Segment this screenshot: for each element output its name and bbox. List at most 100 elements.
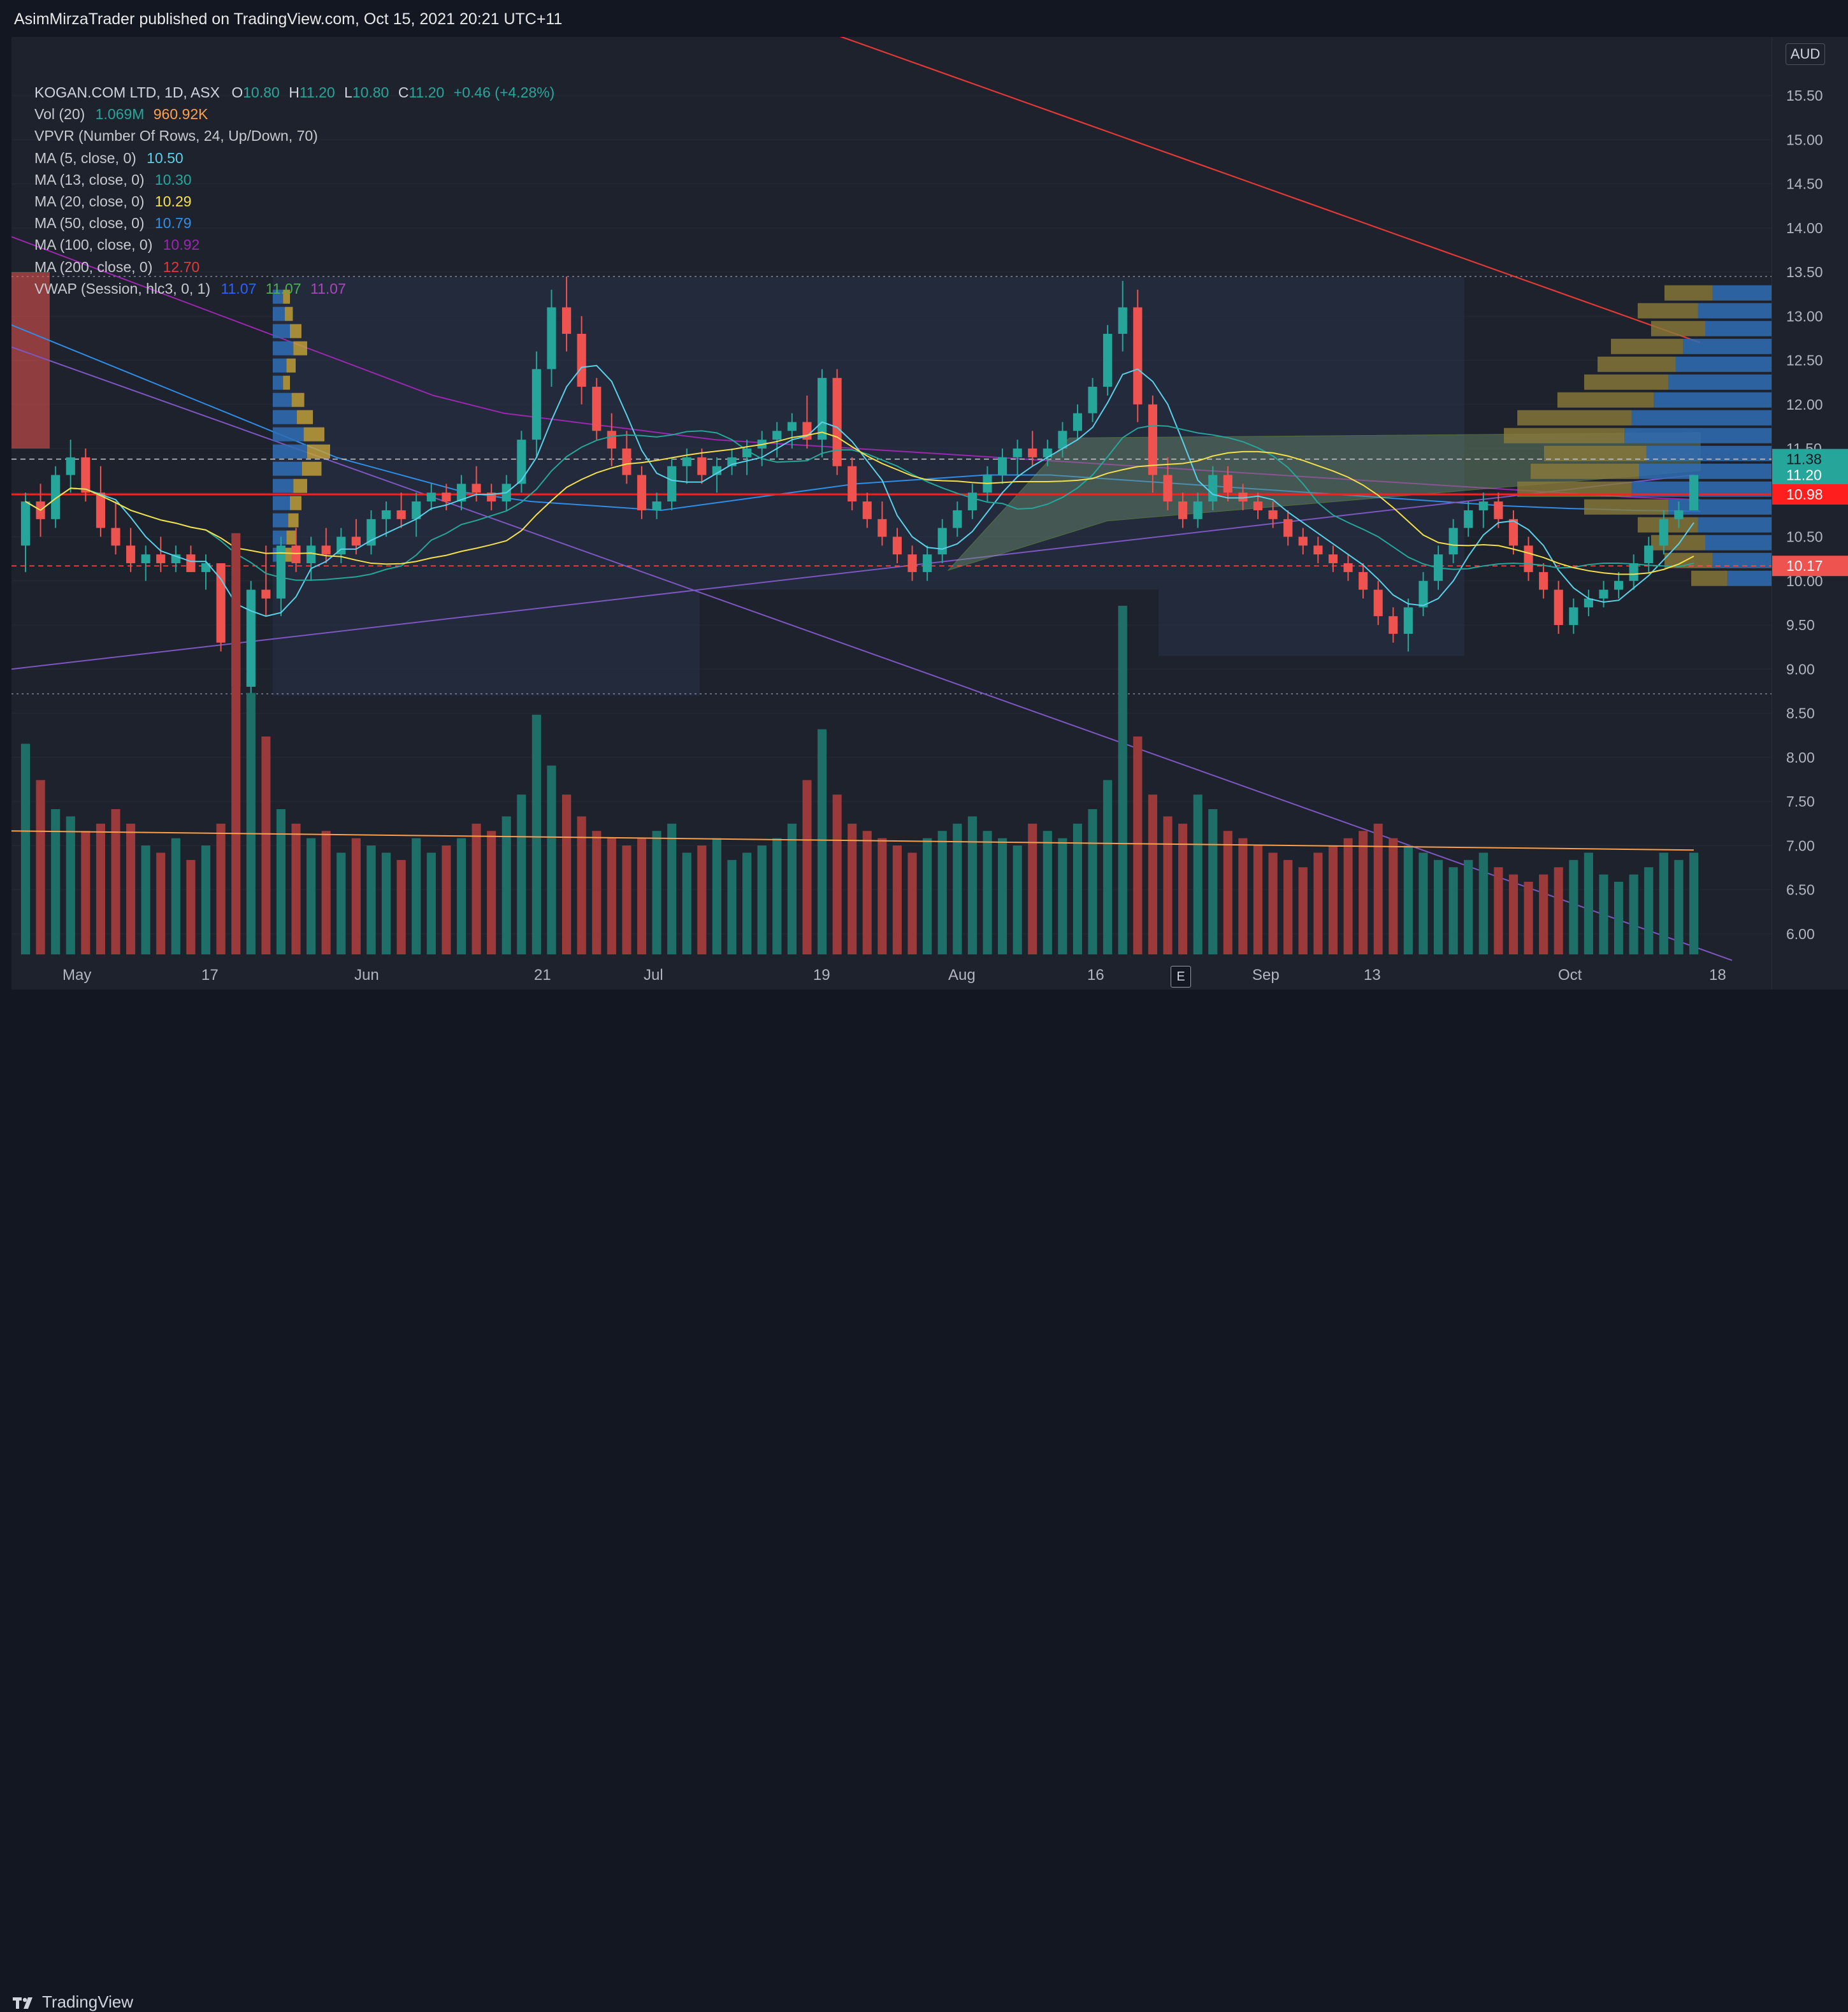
- legend-ma100-row[interactable]: MA (100, close, 0) 10.92: [34, 234, 554, 255]
- ma50-value: 10.79: [154, 215, 192, 232]
- volume-label[interactable]: Vol (20): [34, 106, 85, 122]
- tradingview-logo-icon: [13, 1997, 32, 2009]
- volume-bar-up: [1208, 809, 1218, 954]
- legend-ma200-row[interactable]: MA (200, close, 0) 12.70: [34, 256, 554, 278]
- time-tick-label: Jul: [644, 966, 663, 984]
- vpvr-left-bar-up: [273, 324, 290, 338]
- candle-up: [772, 431, 782, 440]
- price-tick-label: 9.50: [1786, 617, 1815, 633]
- legend-ma50-row[interactable]: MA (50, close, 0) 10.79: [34, 212, 554, 234]
- ma5-label[interactable]: MA (5, close, 0): [34, 150, 136, 166]
- ma50-label[interactable]: MA (50, close, 0): [34, 215, 145, 231]
- candle-down: [126, 545, 136, 564]
- volume-bar-up: [366, 845, 376, 954]
- vwap-label[interactable]: VWAP (Session, hlc3, 0, 1): [34, 280, 210, 297]
- vpvr-left-bar-up: [273, 461, 302, 476]
- candle-down: [892, 536, 902, 555]
- volume-bar-down: [622, 845, 632, 954]
- vpvr-right-bar-up: [1654, 392, 1772, 408]
- volume-bar-up: [307, 838, 316, 954]
- price-tick-label: 7.50: [1786, 793, 1815, 810]
- ma13-label[interactable]: MA (13, close, 0): [34, 171, 145, 188]
- candle-up: [1013, 449, 1022, 457]
- vpvr-right-bar-down: [1584, 499, 1669, 515]
- candle-down: [1163, 475, 1173, 502]
- legend-ma20-row[interactable]: MA (20, close, 0) 10.29: [34, 190, 554, 212]
- volume-bar-up: [787, 823, 797, 954]
- vpvr-right-bar-up: [1683, 338, 1772, 354]
- ma100-label[interactable]: MA (100, close, 0): [34, 236, 152, 253]
- vpvr-right-bar-down: [1651, 320, 1706, 336]
- earnings-marker[interactable]: E: [1171, 966, 1191, 988]
- legend-volume-row[interactable]: Vol (20) 1.069M 960.92K: [34, 103, 554, 125]
- candle-down: [321, 545, 331, 555]
- vpvr-right-bar-up: [1698, 303, 1772, 319]
- volume-bar-up: [1103, 780, 1113, 954]
- candle-down: [111, 528, 120, 546]
- volume-bar-down: [1539, 874, 1548, 954]
- legend-vpvr-row[interactable]: VPVR (Number Of Rows, 24, Up/Down, 70): [34, 125, 554, 147]
- legend-vwap-row[interactable]: VWAP (Session, hlc3, 0, 1) 11.07 11.07 1…: [34, 278, 554, 299]
- currency-badge[interactable]: AUD: [1786, 43, 1825, 65]
- price-axis[interactable]: 15.50 15.00 14.50 14.00 13.50 13.00 12.50 12.00…: [1772, 37, 1848, 989]
- candle-up: [1674, 510, 1684, 519]
- candle-down: [1539, 571, 1548, 590]
- volume-bar-down: [351, 838, 361, 954]
- volume-bar-up: [517, 794, 526, 954]
- time-tick-label: May: [62, 966, 91, 984]
- chart-pane[interactable]: May 17 Jun 21 Jul 19 Aug 16 Sep 13 Oct 18 KOGAN.COM…: [11, 37, 1772, 989]
- session-range-box: [700, 276, 1159, 590]
- volume-bar-up: [1659, 852, 1668, 954]
- candle-up: [967, 492, 977, 510]
- legend-ma5-row[interactable]: MA (5, close, 0) 10.50: [34, 147, 554, 169]
- price-axis-canvas[interactable]: 15.50 15.00 14.50 14.00 13.50 13.00 12.50 12.00…: [1772, 37, 1848, 989]
- volume-bar-up: [712, 838, 722, 954]
- ma20-label[interactable]: MA (20, close, 0): [34, 193, 145, 210]
- candle-up: [1058, 431, 1067, 449]
- vpvr-right-bar-down: [1584, 374, 1669, 390]
- vpvr-right-bar-up: [1698, 517, 1772, 533]
- volume-bar-up: [1433, 859, 1443, 954]
- candle-down: [622, 449, 632, 475]
- vpvr-label[interactable]: VPVR (Number Of Rows, 24, Up/Down, 70): [34, 127, 318, 144]
- volume-bar-down: [96, 823, 106, 954]
- ohlc-high-label: H: [289, 84, 300, 101]
- candle-down: [848, 466, 857, 502]
- candle-up: [1464, 510, 1473, 528]
- candle-up: [1088, 387, 1097, 413]
- ma13-value: 10.30: [154, 171, 192, 188]
- volume-bar-up: [923, 838, 932, 954]
- price-tick-label: 15.00: [1786, 131, 1823, 148]
- candle-down: [351, 536, 361, 546]
- candle-down: [637, 475, 647, 510]
- candle-up: [1072, 413, 1083, 431]
- volume-bar-down: [1283, 859, 1293, 954]
- volume-bar-down: [697, 845, 707, 954]
- candle-down: [186, 554, 196, 572]
- candle-down: [907, 554, 917, 572]
- price-tick-label: 15.50: [1786, 87, 1823, 104]
- candle-up: [1448, 528, 1458, 555]
- symbol-title[interactable]: KOGAN.COM LTD, 1D, ASX: [34, 84, 220, 101]
- price-tick-label: 12.00: [1786, 396, 1823, 413]
- price-tick-label: 12.50: [1786, 352, 1823, 369]
- legend-ma13-row[interactable]: MA (13, close, 0) 10.30: [34, 169, 554, 190]
- volume-bar-up: [772, 838, 782, 954]
- vpvr-left-bar-down: [303, 427, 324, 442]
- volume-bar-up: [336, 852, 346, 954]
- volume-bar-up: [983, 831, 992, 954]
- ma200-label[interactable]: MA (200, close, 0): [34, 259, 152, 275]
- price-label-text: 11.20: [1786, 467, 1822, 484]
- volume-bar-down: [36, 780, 45, 954]
- volume-bar-down: [1389, 838, 1398, 954]
- volume-bar-down: [907, 852, 917, 954]
- vpvr-left-bar-down: [283, 375, 290, 390]
- time-tick-label: Jun: [354, 966, 379, 984]
- ohlc-open-label: O: [231, 84, 243, 101]
- vpvr-right-bar-up: [1705, 320, 1772, 336]
- vpvr-left-bar-down: [290, 496, 301, 510]
- vpvr-right-bar-up: [1668, 374, 1772, 390]
- legend-symbol-row[interactable]: KOGAN.COM LTD, 1D, ASX O10.80 H11.20 L10…: [34, 82, 554, 103]
- vwap-value-1: 11.07: [220, 280, 257, 297]
- candle-up: [1613, 580, 1624, 590]
